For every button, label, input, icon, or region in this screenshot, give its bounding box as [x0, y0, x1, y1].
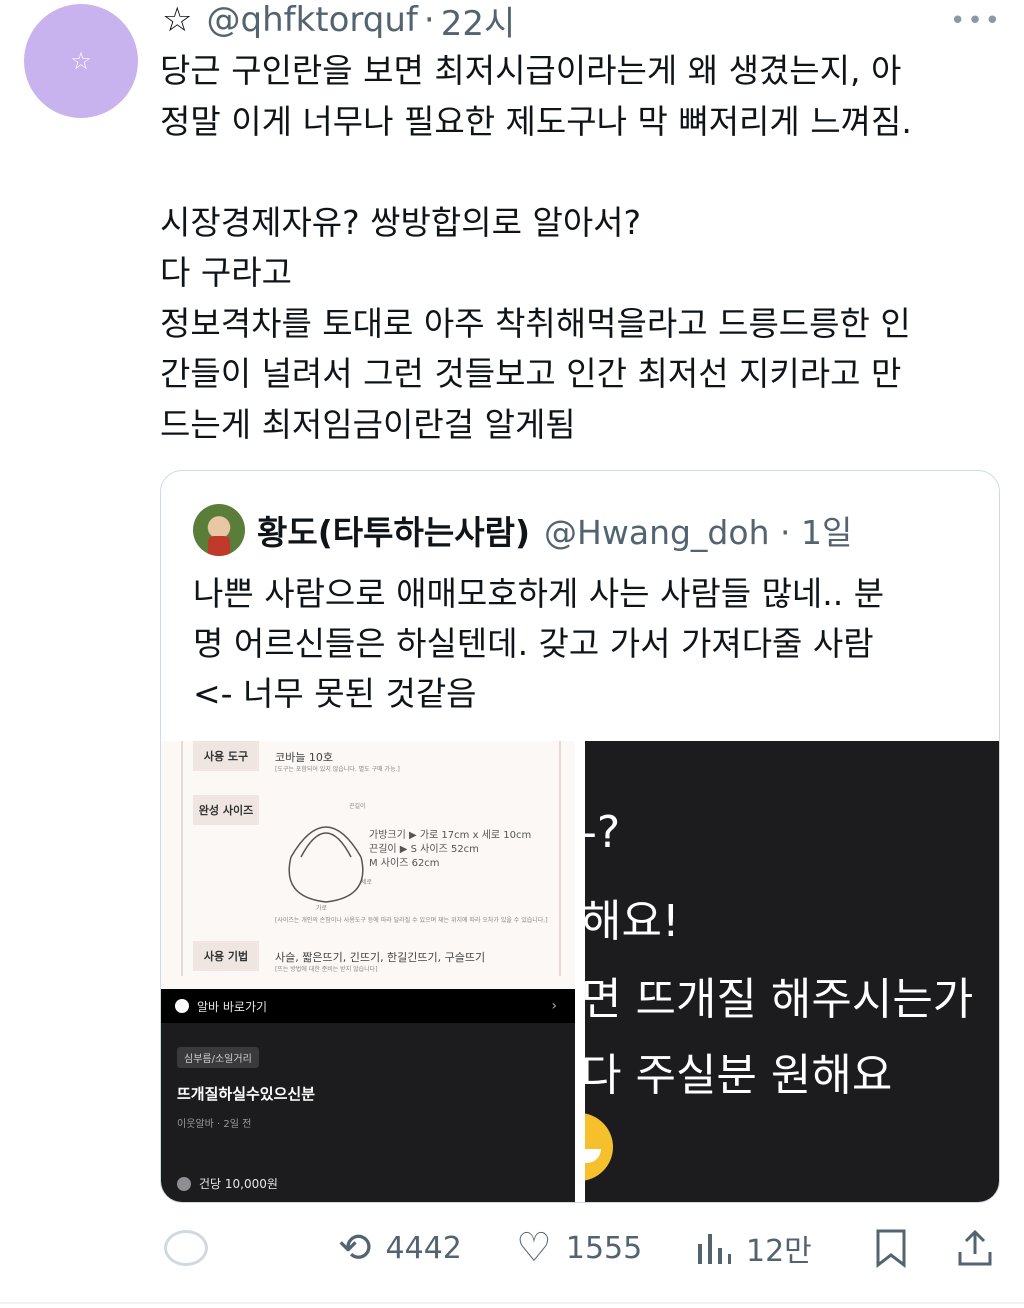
quote-header: 황도(타투하는사람) @Hwang_doh · 1일	[193, 503, 852, 557]
share-icon	[958, 1229, 992, 1266]
media-gap	[575, 741, 585, 1202]
image-text-line-3: 면 뜨개질 해주시는가	[585, 974, 974, 1025]
pay-text: 건당 10,000원	[199, 1177, 278, 1191]
quoted-tweet[interactable]: 황도(타투하는사람) @Hwang_doh · 1일 나쁜 사람으로 애매모호하…	[160, 470, 1000, 1203]
tweet-time[interactable]: 22시	[441, 0, 516, 45]
bookmark-icon	[876, 1229, 906, 1268]
like-count: 1555	[565, 1230, 643, 1266]
bookmark-button[interactable]	[874, 1220, 908, 1276]
job-meta: 이웃알바 · 2일 전	[177, 1119, 252, 1130]
user-avatar[interactable]: ☆	[24, 4, 138, 118]
size-disclaimer: [사이즈는 개인의 손땀이나 사용도구 등에 따라 달라질 수 있으며 재는 위…	[275, 917, 548, 924]
views-chart-icon	[698, 1234, 731, 1264]
tool-note: [도구는 포함되어 있지 않습니다. 별도 구매 가능.]	[275, 766, 400, 773]
divider	[0, 1302, 1024, 1304]
method-value: 사슬, 짧은뜨기, 긴뜨기, 한길긴뜨기, 구슬뜨기	[275, 951, 486, 964]
user-handle[interactable]: @qhfktorquf	[206, 0, 417, 40]
tool-label: 사용 도구	[193, 741, 259, 771]
quote-handle-time: @Hwang_doh · 1일	[544, 506, 852, 554]
quote-image-left[interactable]: 사용 도구 코바늘 10호 [도구는 포함되어 있지 않습니다. 별도 구매 가…	[161, 741, 575, 1202]
alba-shortcut-label: 알바 바로가기	[197, 999, 268, 1014]
image-text-line-1: -?	[585, 807, 621, 858]
retweet-button[interactable]: ⟲ 4442	[338, 1220, 462, 1276]
quote-time[interactable]: 1일	[801, 513, 852, 552]
method-note: [뜨는 방법에 대한 준비는 받지 않습니다]	[275, 966, 378, 973]
height-tag: 세로	[361, 879, 373, 886]
views-button[interactable]: 12만	[696, 1220, 812, 1276]
method-label: 사용 기법	[193, 941, 259, 971]
size-spec: 가방크기 ▶ 가로 17cm x 세로 10cm 끈길이 ▶ S 사이즈 52c…	[369, 830, 532, 869]
tweet-actions: ⟲ 4442 ♡ 1555 12만	[0, 1220, 1024, 1280]
like-button[interactable]: ♡ 1555	[516, 1220, 642, 1276]
share-button[interactable]	[956, 1220, 994, 1276]
tool-value: 코바늘 10호	[275, 751, 333, 764]
won-icon	[177, 1176, 191, 1191]
image-text-line-4: 다 주실분 원해요	[585, 1050, 893, 1101]
retweet-count: 4442	[385, 1230, 462, 1266]
quote-display-name[interactable]: 황도(타투하는사람)	[257, 506, 530, 554]
width-tag: 가로	[316, 905, 328, 912]
separator-dot: ·	[769, 513, 801, 552]
more-options-icon[interactable]: •••	[950, 6, 1002, 36]
quote-handle[interactable]: @Hwang_doh	[544, 513, 769, 552]
tweet-text: 당근 구인란을 보면 최저시급이라는게 왜 생겼는지, 아 정말 이게 너무나 …	[160, 51, 912, 444]
search-icon	[175, 999, 189, 1013]
job-title: 뜨개질하실수있으신분	[177, 1085, 316, 1103]
job-pay: 건당 10,000원	[177, 1175, 278, 1192]
quote-image-right[interactable]: -? 해요! 면 뜨개질 해주시는가 다 주실분 원해요	[585, 741, 999, 1202]
retweet-icon: ⟲	[338, 1225, 372, 1271]
heart-icon: ♡	[516, 1225, 552, 1271]
strap-tag: 끈길이	[349, 803, 366, 810]
job-card: 알바 바로가기 › 심부름/소일거리 뜨개질하실수있으신분 이웃알바 · 2일 …	[161, 989, 575, 1202]
separator-dot: ·	[423, 0, 435, 40]
bag-diagram	[288, 826, 364, 903]
smile-emoji-icon	[585, 1113, 613, 1181]
tweet-header: ☆ @qhfktorquf · 22시	[162, 0, 515, 44]
reply-button[interactable]	[164, 1220, 208, 1276]
category-chip: 심부름/소일거리	[177, 1047, 259, 1068]
quote-text: 나쁜 사람으로 애매모호하게 사는 사람들 많네.. 분 명 어르신들은 하실텐…	[193, 574, 885, 713]
star-icon: ☆	[162, 0, 193, 40]
size-label: 완성 사이즈	[193, 795, 259, 825]
chevron-right-icon: ›	[551, 998, 557, 1014]
alba-shortcut-bar[interactable]: 알바 바로가기 ›	[161, 989, 575, 1023]
view-count: 12만	[746, 1234, 812, 1269]
star-avatar-icon: ☆	[70, 47, 92, 75]
quote-avatar[interactable]	[193, 504, 245, 556]
reply-icon	[164, 1230, 208, 1266]
image-text-line-2: 해요!	[585, 896, 680, 947]
